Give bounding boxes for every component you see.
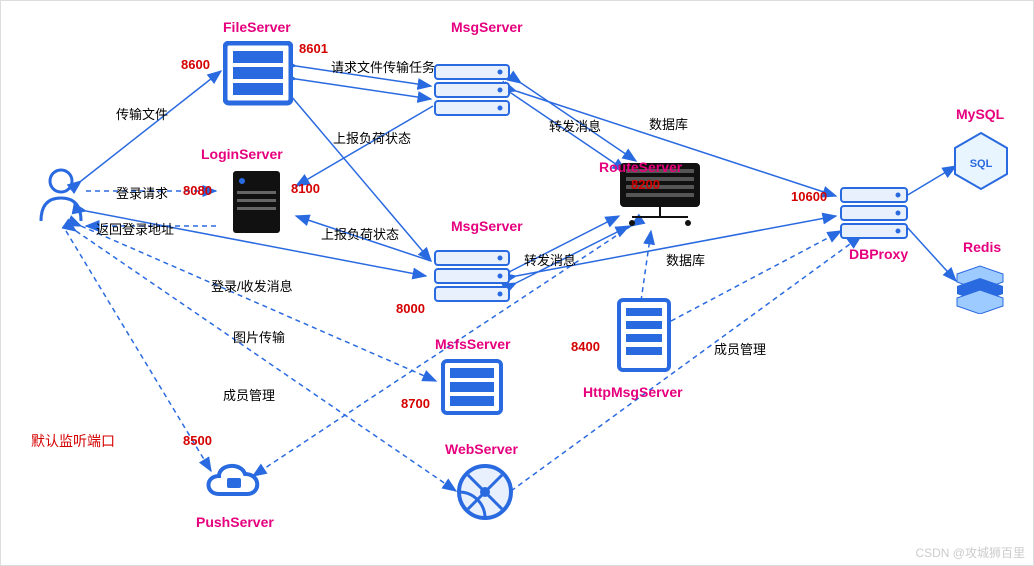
edge-transfer-file: 传输文件 bbox=[116, 104, 168, 123]
loginserver-port: 8100 bbox=[291, 181, 320, 196]
msgserver2-label: MsgServer bbox=[451, 218, 523, 234]
edge-load2: 上报负荷状态 bbox=[321, 224, 399, 243]
pushserver-icon bbox=[201, 456, 265, 511]
edge-forward1: 转发消息 bbox=[549, 116, 601, 135]
pushserver-port: 8500 bbox=[183, 433, 212, 448]
edge-login-resp: 返回登录地址 bbox=[96, 219, 174, 238]
edge-req-file: 请求文件传输任务 bbox=[331, 57, 435, 76]
loginserver-port2: 8080 bbox=[183, 183, 212, 198]
edge-image: 图片传输 bbox=[233, 327, 285, 346]
edge-login-req: 登录请求 bbox=[116, 183, 168, 202]
loginserver-icon bbox=[229, 169, 284, 240]
mysql-icon: SQL bbox=[951, 131, 1011, 194]
edge-db1: 数据库 bbox=[649, 114, 688, 133]
edge-load1: 上报负荷状态 bbox=[333, 128, 411, 147]
mysql-label: MySQL bbox=[956, 106, 1004, 122]
edge-member2: 成员管理 bbox=[714, 339, 766, 358]
fileserver-label: FileServer bbox=[223, 19, 291, 35]
watermark: CSDN @攻城狮百里 bbox=[915, 544, 1025, 561]
webserver-label: WebServer bbox=[445, 441, 518, 457]
httpmsgserver-port: 8400 bbox=[571, 339, 600, 354]
edge-db2: 数据库 bbox=[666, 250, 705, 269]
webserver-icon bbox=[456, 463, 514, 524]
edge-login-msg: 登录/收发消息 bbox=[211, 276, 293, 295]
fileserver-icon bbox=[223, 41, 293, 109]
msfsserver-label: MsfsServer bbox=[435, 336, 511, 352]
redis-label: Redis bbox=[963, 239, 1001, 255]
routeserver-label: RouteServer bbox=[599, 159, 682, 175]
msgserver1-label: MsgServer bbox=[451, 19, 523, 35]
msfsserver-icon bbox=[441, 359, 503, 418]
user-icon bbox=[36, 166, 86, 229]
dbproxy-label: DBProxy bbox=[849, 246, 908, 262]
loginserver-label: LoginServer bbox=[201, 146, 283, 162]
msgserver2-port: 8000 bbox=[396, 301, 425, 316]
fileserver-port2: 8600 bbox=[181, 57, 210, 72]
httpmsgserver-label: HttpMsgServer bbox=[583, 384, 683, 400]
msfsserver-port: 8700 bbox=[401, 396, 430, 411]
fileserver-port: 8601 bbox=[299, 41, 328, 56]
routeserver-port: 8200 bbox=[631, 177, 660, 192]
diagram-canvas: FileServer 8601 8600 LoginServer 8100 80… bbox=[0, 0, 1034, 566]
msgserver2-icon bbox=[433, 249, 511, 306]
dbproxy-icon bbox=[839, 186, 909, 243]
note-default-port: 默认监听端口 bbox=[31, 431, 115, 451]
httpmsgserver-icon bbox=[613, 296, 675, 379]
connections-layer bbox=[1, 1, 1034, 566]
msgserver1-icon bbox=[433, 63, 511, 120]
svg-text:SQL: SQL bbox=[970, 158, 993, 170]
pushserver-label: PushServer bbox=[196, 514, 274, 530]
edge-forward2: 转发消息 bbox=[524, 250, 576, 269]
redis-icon bbox=[951, 264, 1009, 317]
dbproxy-port: 10600 bbox=[791, 189, 827, 204]
edge-member: 成员管理 bbox=[223, 385, 275, 404]
